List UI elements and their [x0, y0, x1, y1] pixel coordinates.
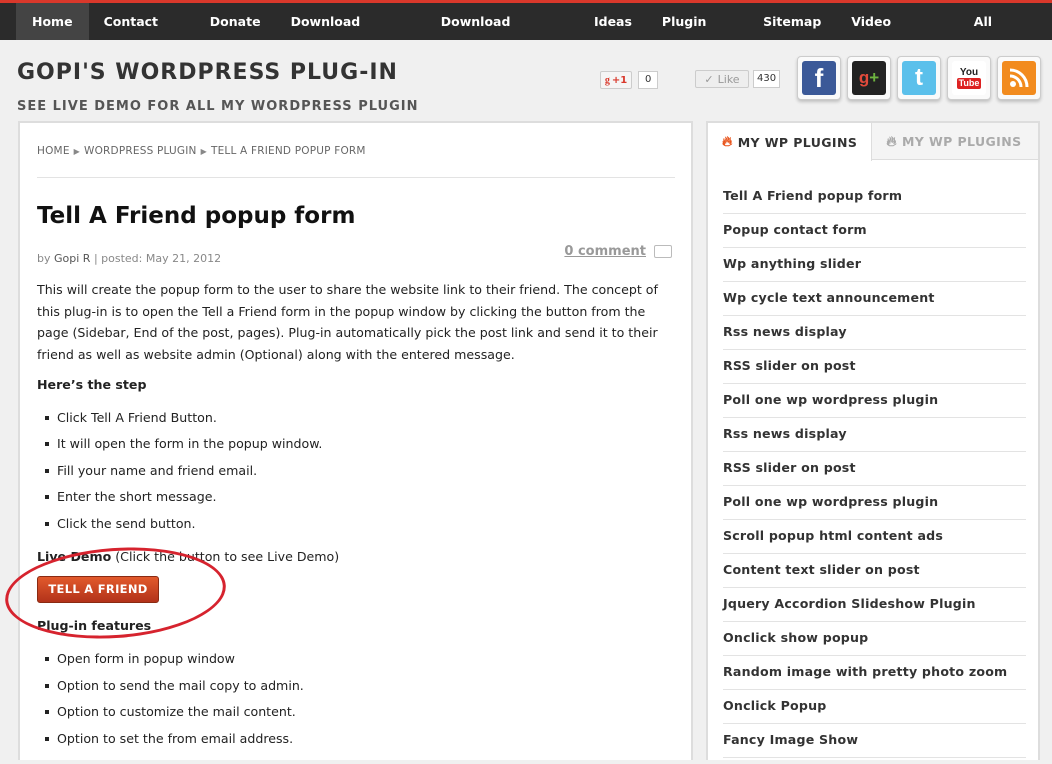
steps-list: Click Tell A Friend Button. It will open … [37, 405, 677, 538]
plugin-link[interactable]: Poll one wp wordpress plugin [723, 384, 1026, 418]
twitter-icon: t [902, 61, 936, 95]
nav-item-download-plugins[interactable]: Download plugins [276, 3, 426, 66]
breadcrumb-separator-icon: ▶ [200, 147, 207, 156]
comment-bubble-icon [654, 245, 672, 258]
sidebar-tabs: 🔥︎ MY WP PLUGINS 🔥︎ MY WP PLUGINS [708, 123, 1038, 161]
plugin-link[interactable]: Wp cycle text announcement [723, 282, 1026, 316]
plugin-link[interactable]: Jquery Accordion Slideshow Plugin [723, 588, 1026, 622]
sidebar: 🔥︎ MY WP PLUGINS 🔥︎ MY WP PLUGINS Tell A… [706, 121, 1040, 760]
post-meta: by Gopi R | posted: May 21, 2012 [37, 252, 221, 265]
plugin-link[interactable]: Onclick show popup [723, 622, 1026, 656]
post-date: | posted: May 21, 2012 [93, 252, 222, 265]
post-intro: This will create the popup form to the u… [37, 282, 658, 363]
plugin-link[interactable]: RSS slider on post [723, 350, 1026, 384]
feature-item: Option to customize the mail content. [37, 699, 677, 726]
google-plus-one-button[interactable]: g +1 [600, 71, 632, 89]
tab-label: MY WP PLUGINS [901, 134, 1022, 149]
tab-my-wp-plugins-inactive[interactable]: 🔥︎ MY WP PLUGINS [872, 123, 1035, 160]
thumbs-up-icon: ✓ [704, 72, 714, 86]
site-header: GOPI'S WORDPRESS PLUG-IN SEE LIVE DEMO F… [0, 40, 1052, 120]
comment-count: 0 comment [564, 244, 646, 259]
nav-item-contact-me[interactable]: Contact Me [89, 3, 195, 66]
breadcrumb-divider [37, 177, 675, 178]
plugin-link[interactable]: Scroll popup html content ads [723, 520, 1026, 554]
nav-item-video-tutorial[interactable]: Video tutorial [836, 3, 958, 66]
features-list: Open form in popup window Option to send … [37, 646, 677, 752]
tab-label: MY WP PLUGINS [737, 134, 858, 150]
plugin-link[interactable]: Poll one wp wordpress plugin [723, 486, 1026, 520]
nav-item-download-themes[interactable]: Download Themes [426, 3, 579, 66]
nav-item-home[interactable]: Home [16, 3, 89, 40]
post-content: This will create the popup form to the u… [37, 279, 677, 764]
like-count: 430 [753, 70, 781, 88]
google-plus-one-widget: g +1 0 [600, 70, 659, 90]
breadcrumb-separator-icon: ▶ [73, 147, 81, 156]
step-item: It will open the form in the popup windo… [37, 431, 677, 458]
step-item: Fill your name and friend email. [37, 458, 677, 485]
youtube-icon: You Tube [952, 61, 986, 95]
live-demo-hint: (Click the button to see Live Demo) [111, 549, 340, 565]
breadcrumb-current: TELL A FRIEND POPUP FORM [210, 145, 366, 157]
facebook-icon: f [802, 61, 836, 95]
nav-list: HomeContact MeDonateDownload pluginsDown… [0, 3, 1052, 66]
site-tagline: SEE LIVE DEMO FOR ALL MY WORDPRESS PLUGI… [17, 99, 419, 114]
flame-icon: 🔥︎ [722, 134, 733, 150]
meta-by: by [37, 252, 51, 265]
google-plus-label: +1 [611, 74, 628, 86]
feature-item: Open form in popup window [37, 646, 677, 673]
plugin-link[interactable]: Popup contact form [723, 214, 1026, 248]
like-label: Like [717, 72, 740, 86]
step-item: Enter the short message. [37, 484, 677, 511]
plugin-link[interactable]: Onclick Popup [723, 690, 1026, 724]
plugin-link[interactable]: Fancy Image Show [723, 724, 1026, 758]
step-item: Click the send button. [37, 511, 677, 538]
site-title[interactable]: GOPI'S WORDPRESS PLUG-IN [17, 60, 398, 85]
facebook-like-button[interactable]: ✓ Like [695, 70, 749, 88]
google-plus-icon: g [604, 74, 610, 86]
steps-heading: Here’s the step [37, 376, 147, 392]
tab-my-wp-plugins-active[interactable]: 🔥︎ MY WP PLUGINS [708, 123, 873, 161]
nav-item-all-topics[interactable]: All Topics [959, 3, 1052, 66]
nav-item-sitemap[interactable]: Sitemap [748, 3, 836, 40]
post-title: Tell A Friend popup form [37, 203, 356, 229]
plugin-link[interactable]: Rss news display [723, 418, 1026, 452]
feature-item: Option to send the mail copy to admin. [37, 673, 677, 700]
live-demo-label: Live Demo [37, 549, 112, 565]
post-author-link[interactable]: Gopi R [54, 252, 90, 265]
google-plus-count: 0 [638, 71, 659, 89]
nav-item-plugin-list[interactable]: Plugin List [647, 3, 748, 66]
breadcrumb: HOME ▶ WORDPRESS PLUGIN ▶ TELL A FRIEND POPU… [37, 145, 366, 157]
rss-icon [1002, 61, 1036, 95]
top-navigation: HomeContact MeDonateDownload pluginsDown… [0, 0, 1052, 66]
facebook-button[interactable]: f [797, 56, 841, 100]
youtube-text-tube: Tube [956, 78, 982, 89]
rss-button[interactable] [997, 56, 1041, 100]
plugin-link[interactable]: Content text slider on post [723, 554, 1026, 588]
feature-item: Option to set the from email address. [37, 726, 677, 753]
tell-a-friend-button[interactable]: TELL A FRIEND [37, 576, 159, 604]
google-plus-icon: g + [852, 61, 886, 95]
twitter-button[interactable]: t [897, 56, 941, 100]
features-heading: Plug-in features [37, 618, 152, 634]
step-item: Click Tell A Friend Button. [37, 405, 677, 432]
live-demo-line: Live Demo (Click the button to see Live … [37, 548, 677, 566]
plugin-link[interactable]: Tell A Friend popup form [723, 180, 1026, 214]
plugin-link[interactable]: Random image with pretty photo zoom [723, 656, 1026, 690]
plugin-link[interactable]: Rss news display [723, 316, 1026, 350]
flame-icon: 🔥︎ [886, 133, 897, 150]
comment-count-link[interactable]: 0 comment [564, 244, 672, 259]
nav-item-ideas[interactable]: Ideas [579, 3, 647, 40]
facebook-like-widget: ✓ Like 430 [695, 69, 781, 89]
nav-item-donate[interactable]: Donate [195, 3, 276, 40]
plugin-list: Tell A Friend popup form Popup contact fo… [723, 180, 1026, 758]
youtube-button[interactable]: You Tube [947, 56, 991, 100]
plugin-link[interactable]: Wp anything slider [723, 248, 1026, 282]
breadcrumb-wordpress-plugin[interactable]: WORDPRESS PLUGIN [84, 145, 197, 157]
breadcrumb-home[interactable]: HOME [37, 145, 70, 157]
youtube-text-you: You [959, 67, 979, 78]
google-plus-button[interactable]: g + [847, 56, 891, 100]
main-content: HOME ▶ WORDPRESS PLUGIN ▶ TELL A FRIEND POPU… [18, 121, 693, 760]
plugin-link[interactable]: RSS slider on post [723, 452, 1026, 486]
